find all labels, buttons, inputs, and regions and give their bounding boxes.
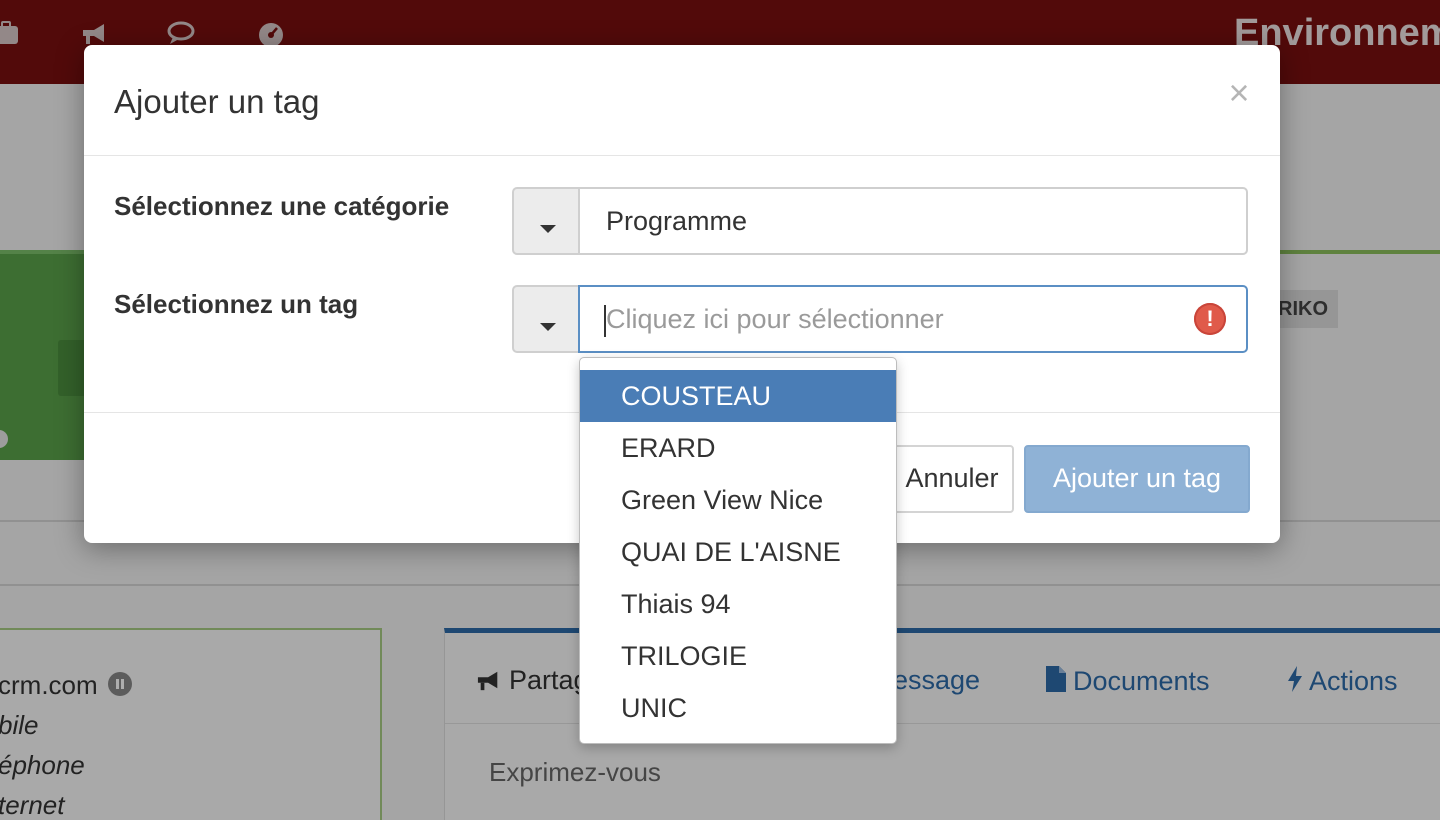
caret-down-icon — [540, 323, 556, 331]
tag-dropdown-toggle[interactable] — [512, 285, 580, 353]
caret-down-icon — [540, 225, 556, 233]
add-tag-button[interactable]: Ajouter un tag — [1024, 445, 1250, 513]
category-field[interactable]: Programme — [578, 187, 1248, 255]
modal-title: Ajouter un tag — [114, 83, 320, 120]
dropdown-option-green-view-nice[interactable]: Green View Nice — [580, 474, 896, 526]
category-dropdown-toggle[interactable] — [512, 187, 580, 255]
category-select[interactable]: Programme — [512, 187, 1248, 255]
dropdown-option-unic[interactable]: UNIC — [580, 682, 896, 734]
close-icon[interactable]: × — [1224, 75, 1254, 111]
dropdown-option-thiais-94[interactable]: Thiais 94 — [580, 578, 896, 630]
category-label: Sélectionnez une catégorie — [114, 191, 450, 221]
tag-options-dropdown: COUSTEAU ERARD Green View Nice QUAI DE L… — [579, 357, 897, 744]
tag-select[interactable]: Cliquez ici pour sélectionner ! — [512, 285, 1248, 353]
dropdown-option-quai-de-laisne[interactable]: QUAI DE L'AISNE — [580, 526, 896, 578]
error-icon: ! — [1194, 303, 1226, 335]
divider — [84, 155, 1280, 156]
dropdown-option-cousteau[interactable]: COUSTEAU — [580, 370, 896, 422]
text-cursor — [604, 305, 606, 337]
dropdown-option-erard[interactable]: ERARD — [580, 422, 896, 474]
dropdown-option-trilogie[interactable]: TRILOGIE — [580, 630, 896, 682]
tag-label: Sélectionnez un tag — [114, 289, 359, 319]
tag-search-input[interactable]: Cliquez ici pour sélectionner ! — [578, 285, 1248, 353]
tag-placeholder: Cliquez ici pour sélectionner — [606, 304, 944, 334]
